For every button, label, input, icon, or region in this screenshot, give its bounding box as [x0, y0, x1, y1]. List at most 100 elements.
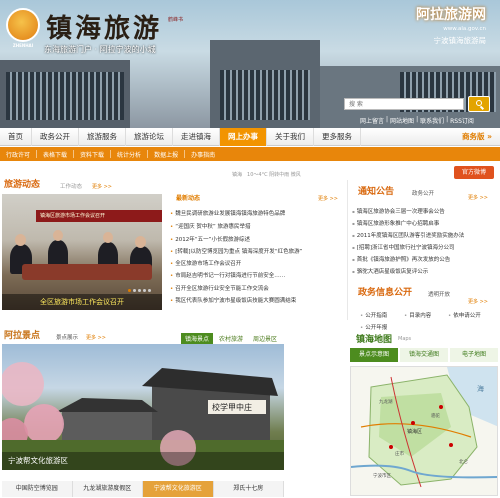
subnav-item-docs[interactable]: 资料下载 — [74, 150, 110, 159]
gov-link-request[interactable]: 依申请公开 — [448, 311, 481, 319]
map-section-title: 镇海地图 — [356, 335, 393, 345]
person-head — [103, 232, 113, 243]
scenic-photo-caption[interactable]: 宁波帮文化旅游区 — [2, 452, 284, 470]
map-marker — [439, 405, 443, 409]
gov-section-title: 政务信息公开 — [358, 288, 413, 298]
main-nav: 首页 政务公开 旅游服务 旅游论坛 走进镇海 网上办事 关于我们 更多服务 商务… — [0, 127, 500, 146]
latest-more-link[interactable]: 更多 >> — [318, 195, 338, 202]
map-image[interactable]: 海 镇海区 北仑 宁波市区 庄市 骆驼 九龙湖 — [350, 366, 498, 496]
map-label: 九龙湖 — [379, 398, 393, 405]
calligraphy-seal: 鹤峰书 — [168, 17, 184, 23]
quick-link-rss[interactable]: RSS订阅 — [450, 116, 474, 125]
nav-item-more[interactable]: 更多服务 — [314, 127, 361, 146]
news-photo[interactable]: 镇海区旅游市场工作会议召开 — [2, 194, 162, 310]
notice-list-item[interactable]: 镇海区旅游协会三届一次理事会公告 — [352, 207, 498, 215]
slogan: 东海旅游门户 · 阿拉宁波的小城 — [44, 45, 156, 54]
slide-dot[interactable] — [143, 289, 146, 292]
nav-item-zhenhai[interactable]: 走进镇海 — [173, 127, 220, 146]
tab-scenic-map[interactable]: 景点示意图 — [350, 348, 398, 362]
subnav-item-stats[interactable]: 统计分析 — [111, 150, 147, 159]
nav-item-forum[interactable]: 旅游论坛 — [126, 127, 173, 146]
building-sign-text: 校学甲中庄 — [212, 402, 252, 412]
scenic-thumbnails: 中国防空博览园 九龙湖旅游度假区 宁波帮文化旅游区 郑氏十七房 — [2, 481, 284, 497]
building-windows — [220, 70, 310, 120]
blossom-tree — [2, 362, 44, 406]
notice-list-item[interactable]: [招聘]浙江省中国旅行社宁波镇海分公司 — [352, 243, 498, 251]
slide-dot[interactable] — [133, 289, 136, 292]
news-list-item[interactable]: [转载]以防空博览园为重点 镇海深度开发“红色旅游” — [170, 247, 345, 255]
map-marker — [411, 421, 415, 425]
map-label: 骆驼 — [431, 412, 440, 419]
search-input[interactable] — [345, 99, 463, 109]
notice-list-item[interactable]: 镇海区旅游形象推广中心招聘启事 — [352, 219, 498, 227]
news-more-link[interactable]: 更多 >> — [92, 183, 112, 190]
news-list-item[interactable]: 全区旅游市场工作会议召开 — [170, 259, 345, 267]
news-section-subtitle: 工作动态 — [60, 184, 83, 190]
notice-more-link[interactable]: 更多 >> — [468, 194, 488, 201]
search-button[interactable] — [468, 96, 490, 112]
business-edition-link[interactable]: 商务版 » — [462, 131, 492, 142]
subnav-item-permit[interactable]: 行政许可 — [0, 150, 36, 159]
notice-section-title: 通知公告 — [358, 187, 395, 197]
brand-block: 阿拉旅游网 www.alа.gov.cn 宁波镇海旅游局 — [416, 4, 486, 46]
notice-list-item[interactable]: 2011年度镇海区团队游客引进奖励实施办法 — [352, 231, 498, 239]
scenic-thumb-item[interactable]: 宁波帮文化旅游区 — [143, 481, 214, 497]
scenic-section-subtitle: 景点展示 — [56, 335, 79, 341]
scenic-thumb-item[interactable]: 中国防空博览园 — [2, 481, 73, 497]
tab-e-map[interactable]: 电子地图 — [450, 348, 498, 362]
nav-item-service[interactable]: 旅游服务 — [79, 127, 126, 146]
quick-link-message[interactable]: 网上留言 — [360, 116, 384, 125]
nav-item-gov[interactable]: 政务公开 — [32, 127, 79, 146]
subnav-item-report[interactable]: 数据上报 — [148, 150, 184, 159]
gov-link-catalog[interactable]: 目录内容 — [404, 311, 431, 319]
tab-traffic-map[interactable]: 镇海交通图 — [400, 348, 448, 362]
map-label: 北仑 — [459, 458, 468, 465]
scenic-thumb-item[interactable]: 郑氏十七房 — [213, 481, 284, 497]
slide-dot[interactable] — [138, 289, 141, 292]
scenic-tabs: 镇海景点 农村旅游 周边景区 — [181, 333, 281, 344]
divider — [347, 180, 348, 320]
gov-section-subtitle: 透明开放 — [428, 292, 451, 298]
tab-rural-tourism[interactable]: 农村旅游 — [215, 333, 247, 344]
map-section-subtitle: Maps — [398, 336, 412, 342]
news-list-item[interactable]: 魏旦民调研旅游业发展镇海镇海旅游特色品牌 — [170, 209, 345, 217]
news-list-item[interactable]: 我区代表队参加宁波市星级饭店技能大赛圆满结束 — [170, 296, 345, 304]
meeting-table — [22, 264, 152, 280]
person-head — [53, 230, 63, 241]
building-wall — [62, 410, 152, 440]
news-list-item[interactable]: “迎国庆 贺中秋” 旅游惠民举措 — [170, 222, 345, 230]
news-photo-banner: 镇海区旅游市场工作会议召开 — [36, 210, 162, 222]
news-photo-caption[interactable]: 全区旅游市场工作会议召开 — [2, 294, 162, 310]
gov-link-guide[interactable]: 公开指南 — [360, 311, 387, 319]
notice-list-item[interactable]: 首批《镇海旅游护照》再次发放的公告 — [352, 255, 498, 263]
official-weibo-button[interactable]: 官方微博 — [454, 166, 494, 179]
scenic-thumb-item[interactable]: 九龙湖旅游度假区 — [72, 481, 143, 497]
quick-link-separator: | — [446, 116, 449, 123]
slide-dot[interactable] — [148, 289, 151, 292]
gov-link-annual[interactable]: 公开年报 — [360, 323, 387, 331]
weather-location: 镇海 — [232, 172, 243, 178]
slide-dot[interactable] — [128, 289, 131, 292]
latest-title: 最新动态 — [176, 195, 201, 202]
logo-text: ZHENHAI — [12, 43, 34, 48]
notice-list-item[interactable]: 骆驼大酒店星级饭店复评公示 — [352, 267, 498, 275]
logo-icon[interactable] — [6, 8, 40, 42]
search-icon-handle — [479, 106, 484, 110]
subnav-item-guide[interactable]: 办事指南 — [185, 150, 221, 159]
nav-item-home[interactable]: 首页 — [0, 127, 32, 146]
subnav-item-forms[interactable]: 表格下载 — [37, 150, 73, 159]
gov-more-link[interactable]: 更多 >> — [468, 298, 488, 305]
tab-nearby-scenic[interactable]: 周边景区 — [249, 333, 281, 344]
scenic-more-link[interactable]: 更多 >> — [86, 334, 106, 341]
quick-link-sitemap[interactable]: 网站地图 — [390, 116, 414, 125]
map-illustration: 海 镇海区 北仑 宁波市区 庄市 骆驼 九龙湖 — [351, 367, 497, 488]
nav-item-online-service[interactable]: 网上办事 — [220, 127, 267, 146]
quick-link-contact[interactable]: 联系我们 — [420, 116, 444, 125]
map-label: 宁波市区 — [373, 472, 391, 479]
map-label: 庄市 — [395, 450, 404, 457]
news-list-item[interactable]: 2012年“五一”小长假旅游综述 — [170, 235, 345, 243]
tab-zhenhai-scenic[interactable]: 镇海景点 — [181, 333, 214, 344]
news-list-item[interactable]: 市局赵吉明书记一行对镇海进行节前安全…… — [170, 271, 345, 279]
news-list-item[interactable]: 召开全区旅游行业安全节能工作交流会 — [170, 284, 345, 292]
nav-item-about[interactable]: 关于我们 — [267, 127, 314, 146]
